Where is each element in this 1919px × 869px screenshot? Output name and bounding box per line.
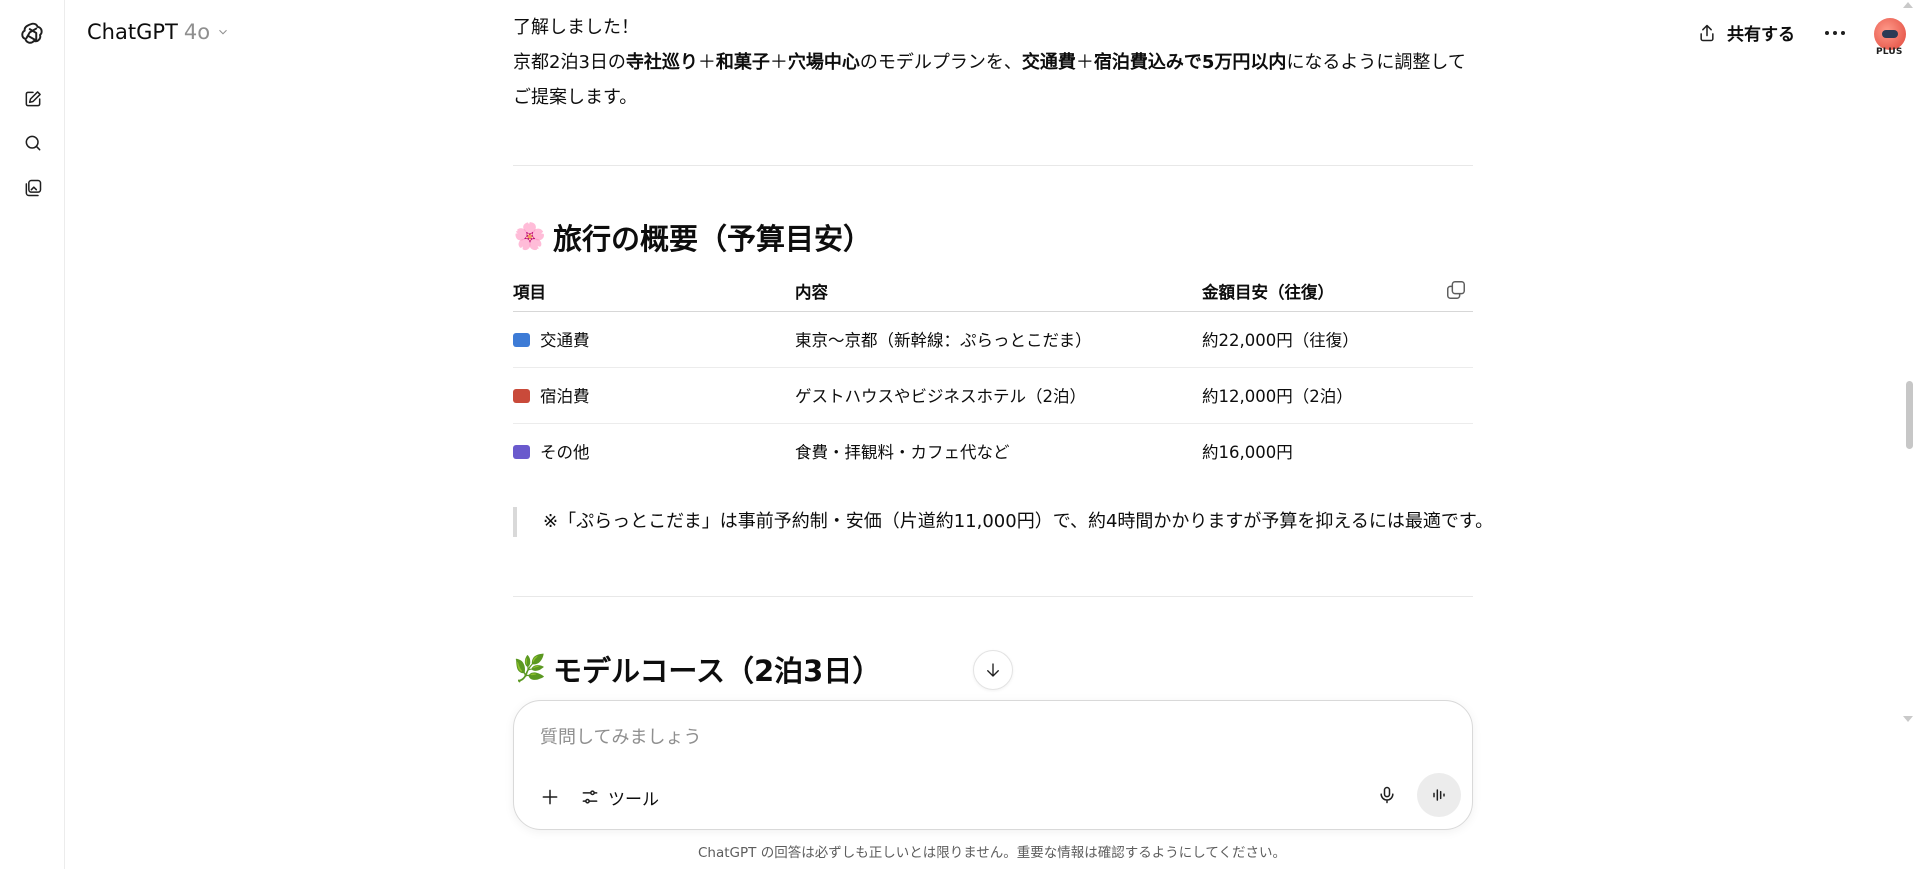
intro-text: のモデルプランを、 — [859, 52, 1022, 73]
column-header: 内容 — [795, 271, 1202, 312]
table-row: 交通費 東京〜京都（新幹線：ぷらっとこだま） 約22,000円（往復） — [513, 311, 1473, 368]
intro-text: ＋ — [1075, 52, 1094, 73]
table-cell: 宿泊費 — [513, 367, 795, 424]
section-heading-overview: 🌸 旅行の概要（予算目安） — [513, 216, 872, 258]
share-button[interactable]: 共有する — [1697, 20, 1795, 45]
copy-icon — [1447, 281, 1465, 299]
table-cell: ゲストハウスやビジネスホテル（2泊） — [795, 367, 1202, 424]
table-cell: 約22,000円（往復） — [1202, 311, 1473, 368]
tools-label: ツール — [608, 789, 659, 810]
intro-text: ＋ — [769, 52, 788, 73]
waveform-icon — [1433, 789, 1445, 801]
intro-emphasis: 宿泊費込みで5万円以内 — [1093, 52, 1287, 73]
section-title: モデルコース（2泊3日） — [553, 654, 882, 688]
table-cell: 約16,000円 — [1202, 443, 1293, 463]
hotel-icon — [513, 389, 530, 403]
composer: ツール — [513, 700, 1473, 830]
more-options-button[interactable] — [1820, 18, 1850, 48]
divider — [513, 165, 1473, 166]
plan-badge: PLUS — [1876, 47, 1903, 57]
train-icon — [513, 333, 530, 347]
model-version: 4o — [183, 20, 211, 44]
sliders-icon — [582, 790, 598, 804]
microphone-icon — [1380, 786, 1394, 804]
table-header-row: 項目 内容 金額目安（往復） — [513, 271, 1473, 312]
scroll-to-bottom-button[interactable] — [973, 650, 1013, 690]
intro-emphasis: 和菓子 — [715, 52, 770, 73]
arrow-down-icon — [987, 663, 999, 677]
section-title: 旅行の概要（予算目安） — [553, 222, 873, 256]
table-cell: 東京〜京都（新幹線：ぷらっとこだま） — [795, 311, 1202, 368]
table-row: その他 食費・拝観料・カフェ代など 約16,000円 — [513, 423, 1473, 479]
voice-mode-button[interactable] — [1417, 773, 1461, 817]
dot-icon — [1841, 31, 1845, 35]
plus-icon — [542, 789, 558, 805]
add-attachment-button[interactable] — [534, 781, 566, 813]
intro-text: になるように調整して — [1286, 52, 1466, 73]
column-header: 項目 — [513, 271, 795, 312]
note-blockquote: ※「ぷらっとこだま」は事前予約制・安価（片道約11,000円）で、約4時間かかり… — [513, 507, 1493, 537]
table-cell: 約12,000円（2泊） — [1202, 367, 1473, 424]
model-selector[interactable]: ChatGPT 4o — [87, 20, 230, 44]
cherry-blossom-icon: 🌸 — [513, 222, 547, 252]
search-icon[interactable] — [18, 128, 48, 158]
share-label: 共有する — [1727, 25, 1795, 45]
scrollbar-thumb[interactable] — [1906, 381, 1913, 449]
intro-text: ＋ — [697, 52, 716, 73]
table-cell: その他 — [513, 423, 795, 479]
herb-icon: 🌿 — [513, 654, 547, 684]
intro-line-3: ご提案します。 — [513, 87, 638, 108]
sidebar-rail — [0, 0, 65, 869]
section-heading-course: 🌿 モデルコース（2泊3日） — [513, 648, 882, 690]
item-label: 宿泊費 — [540, 387, 590, 406]
avatar[interactable] — [1874, 18, 1906, 50]
intro-line-2: 京都2泊3日の寺社巡り＋和菓子＋穴場中心のモデルプランを、交通費＋宿泊費込みで5… — [513, 45, 1473, 80]
budget-table: 項目 内容 金額目安（往復） 交通費 東京〜京都（新幹線：ぷらっとこだま） 約2… — [513, 271, 1473, 479]
table-cell: 食費・拝観料・カフェ代など — [795, 443, 1010, 463]
intro-emphasis: 寺社巡り — [625, 52, 698, 73]
new-chat-icon[interactable] — [18, 84, 48, 114]
intro-emphasis: 穴場中心 — [787, 52, 860, 73]
dot-icon — [1833, 31, 1837, 35]
intro-line-1: 了解しました！ — [513, 17, 639, 38]
table-cell: 交通費 — [513, 311, 795, 368]
tools-button[interactable]: ツール — [580, 779, 659, 815]
intro-text: 京都2泊3日の — [513, 52, 626, 73]
column-header: 金額目安（往復） — [1202, 271, 1473, 312]
prompt-input[interactable] — [540, 717, 1420, 757]
dot-icon — [1825, 31, 1829, 35]
library-icon[interactable] — [18, 173, 48, 203]
item-label: 交通費 — [540, 331, 590, 350]
share-icon — [1700, 24, 1714, 41]
item-label: その他 — [540, 443, 590, 463]
books-icon — [513, 445, 530, 460]
openai-logo-icon[interactable] — [18, 19, 48, 49]
scroll-down-arrow[interactable] — [1903, 716, 1913, 722]
copy-table-button[interactable] — [1445, 279, 1467, 301]
table-row: 宿泊費 ゲストハウスやビジネスホテル（2泊） 約12,000円（2泊） — [513, 367, 1473, 424]
dictate-button[interactable] — [1371, 779, 1403, 811]
chevron-down-icon — [219, 29, 227, 35]
disclaimer: ChatGPT の回答は必ずしも正しいとは限りません。重要な情報は確認するように… — [698, 845, 1286, 861]
intro-emphasis: 交通費 — [1021, 52, 1076, 73]
model-name: ChatGPT — [87, 20, 178, 44]
divider — [513, 596, 1473, 597]
scroll-up-arrow[interactable] — [1903, 2, 1913, 8]
